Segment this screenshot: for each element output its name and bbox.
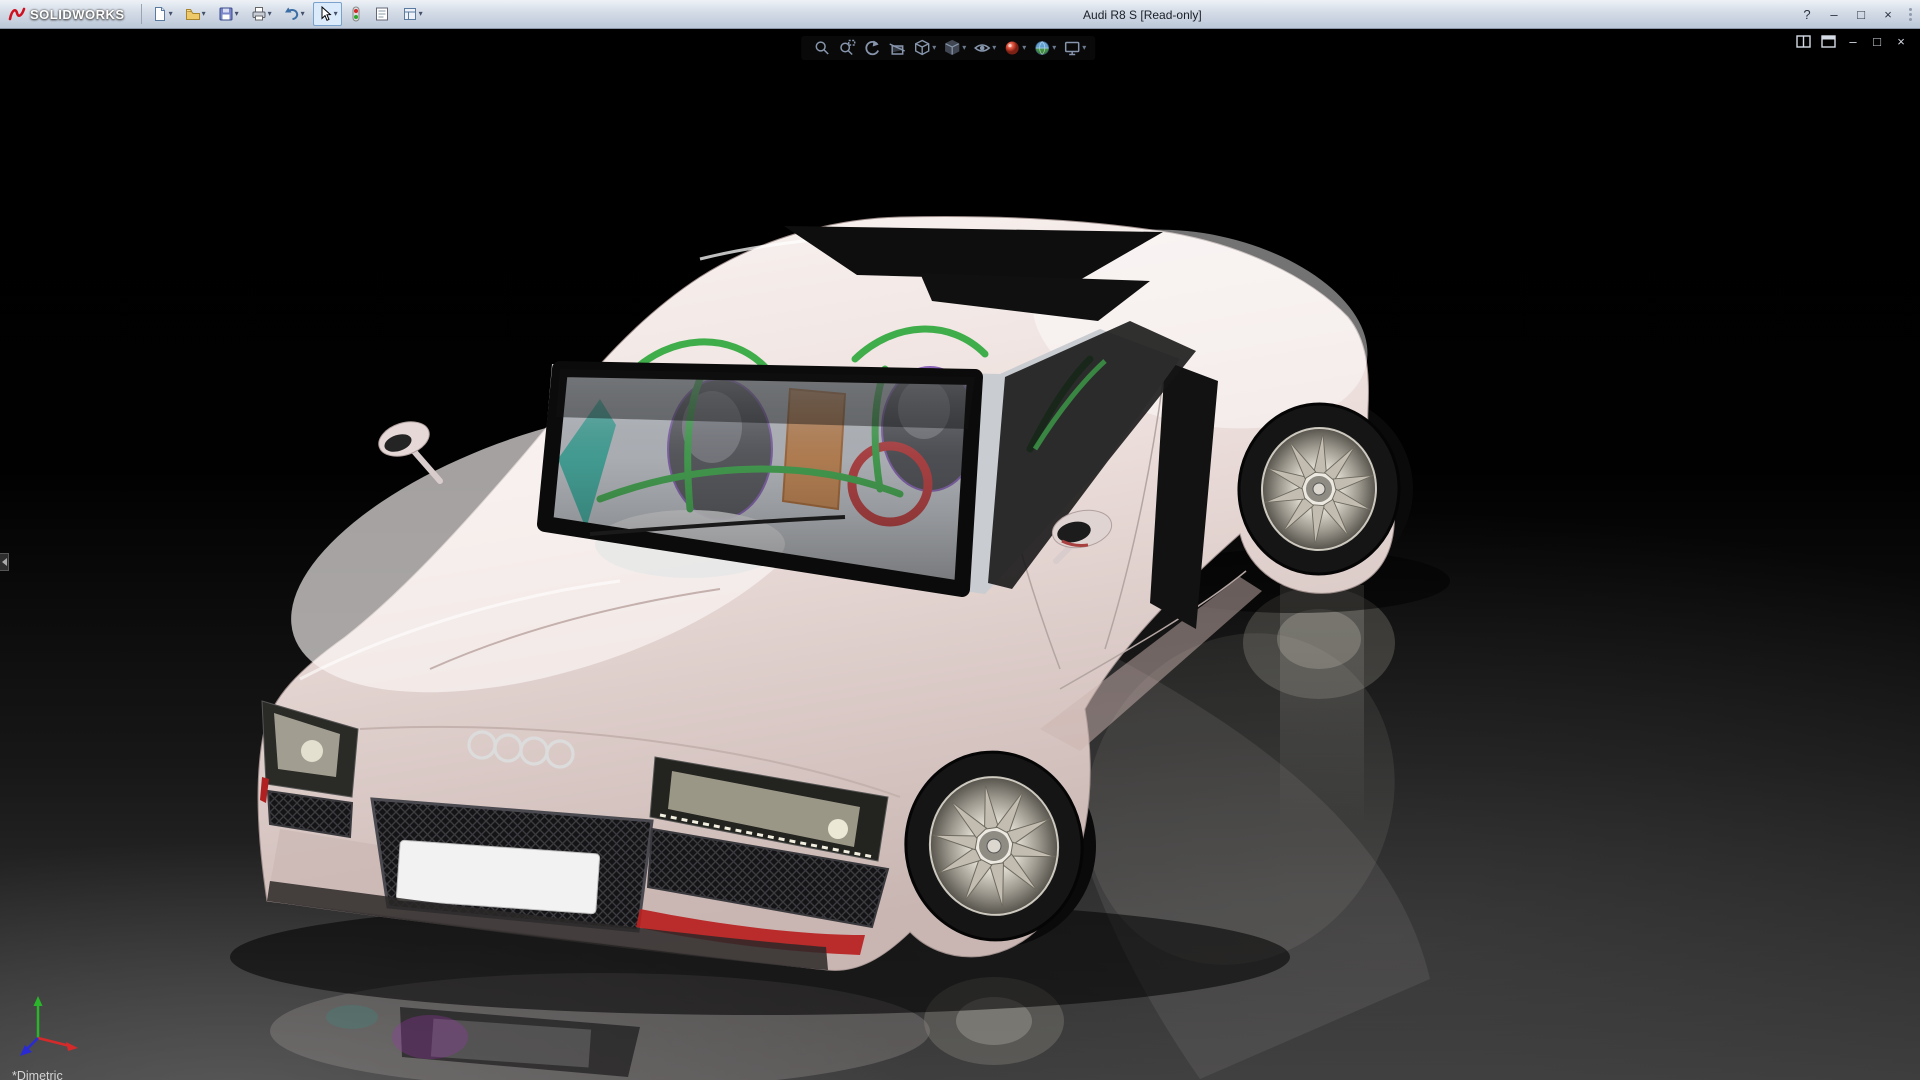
toolbar-grip[interactable] [1906,8,1912,21]
view-settings-icon [1065,41,1080,56]
minimize-button[interactable]: – [1825,7,1843,22]
apply-scene-globe-icon [1035,41,1050,55]
view-settings-button[interactable]: ▾ [1061,38,1088,58]
document-properties-icon [403,8,416,20]
open-folder-icon [185,9,200,20]
section-view-button[interactable] [886,38,908,58]
hide-show-items-button[interactable]: ▾ [971,38,998,58]
toolbar-separator [140,4,142,24]
dropdown-caret[interactable]: ▾ [169,10,173,18]
dropdown-caret[interactable]: ▾ [334,10,338,18]
hide-show-eye-icon [974,44,991,52]
new-document-button[interactable]: ▾ [148,2,177,26]
featuremanager-splitter[interactable] [0,553,9,571]
dropdown-caret[interactable]: ▾ [1022,44,1026,52]
dropdown-caret[interactable]: ▾ [1082,44,1086,52]
display-style-icon [945,39,960,56]
window-controls: ? – □ × [1798,0,1916,29]
view-orientation-button[interactable]: ▾ [911,38,938,58]
doc-close-button[interactable]: × [1894,34,1908,49]
zoom-to-area-icon [840,39,856,56]
file-properties-icon [375,7,388,21]
dropdown-caret[interactable]: ▾ [235,10,239,18]
titlebar: SOLIDWORKS ▾ ▾ ▾ ▾ ▾ ▾ ▾ Audi R8 S [Read… [0,0,1920,29]
zoom-to-fit-button[interactable] [811,38,833,58]
standard-toolbar: ▾ ▾ ▾ ▾ ▾ ▾ ▾ [148,2,427,26]
save-floppy-icon [219,7,233,21]
car-model-rendering[interactable] [0,29,1920,1080]
doc-restore-button[interactable]: □ [1870,34,1884,49]
edit-appearance-button[interactable]: ▾ [1001,38,1028,58]
app-logo-text: SOLIDWORKS [30,6,125,22]
heads-up-view-toolbar: ▾ ▾ ▾ ▾ ▾ ▾ [801,36,1095,60]
dropdown-caret[interactable]: ▾ [932,44,936,52]
dropdown-caret[interactable]: ▾ [992,44,996,52]
save-button[interactable]: ▾ [214,2,243,26]
close-button[interactable]: × [1879,7,1897,22]
full-screen-icon[interactable] [1821,35,1836,48]
solidworks-window: SOLIDWORKS ▾ ▾ ▾ ▾ ▾ ▾ ▾ Audi R8 S [Read… [0,0,1920,1080]
view-orientation-cube-icon [914,39,930,56]
dropdown-caret[interactable]: ▾ [202,10,206,18]
select-cursor-icon [321,6,332,21]
help-button[interactable]: ? [1798,7,1816,22]
doc-minimize-button[interactable]: – [1846,34,1860,49]
rebuild-traffic-light-icon [352,6,360,22]
edit-appearance-ball-icon [1005,41,1019,55]
undo-arrow-icon [284,7,298,20]
app-logo: SOLIDWORKS [0,6,135,22]
document-properties-button[interactable]: ▾ [398,2,427,26]
zoom-to-area-button[interactable] [836,38,858,58]
document-title: Audi R8 S [Read-only] [1083,7,1202,22]
dropdown-caret[interactable]: ▾ [268,10,272,18]
reference-triad [20,996,78,1056]
display-style-button[interactable]: ▾ [941,38,968,58]
print-button[interactable]: ▾ [247,2,276,26]
print-icon [252,7,266,21]
open-button[interactable]: ▾ [181,2,210,26]
document-window-controls: – □ × [1796,34,1908,49]
maximize-button[interactable]: □ [1852,7,1870,22]
new-document-icon [154,7,165,21]
select-button[interactable]: ▾ [312,2,342,26]
dropdown-caret[interactable]: ▾ [301,10,305,18]
rebuild-button[interactable] [346,2,366,26]
solidworks-logo-icon [8,7,26,21]
previous-view-icon [865,40,880,56]
dropdown-caret[interactable]: ▾ [419,10,423,18]
dropdown-caret[interactable]: ▾ [962,44,966,52]
previous-view-button[interactable] [861,38,883,58]
view-orientation-label: *Dimetric [12,1069,63,1080]
zoom-to-fit-icon [815,41,829,55]
undo-button[interactable]: ▾ [280,2,309,26]
file-properties-button[interactable] [370,2,394,26]
split-window-icon[interactable] [1796,35,1811,48]
dropdown-caret[interactable]: ▾ [1052,44,1056,52]
apply-scene-button[interactable]: ▾ [1031,38,1058,58]
section-view-icon [889,43,906,55]
graphics-area[interactable]: ▾ ▾ ▾ ▾ ▾ ▾ – □ × *Dimetric [0,29,1920,1080]
